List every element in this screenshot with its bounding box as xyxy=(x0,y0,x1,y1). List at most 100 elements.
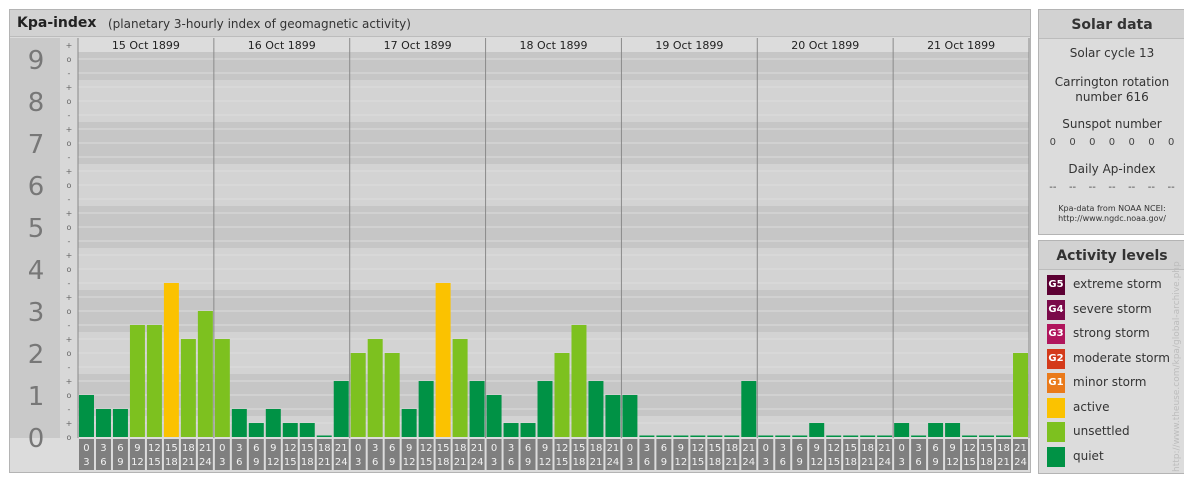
interval-end-label: 12 xyxy=(403,457,416,468)
kp-bar xyxy=(996,435,1012,437)
interval-start-label: 15 xyxy=(980,443,993,454)
interval-start-label: 9 xyxy=(270,443,276,454)
interval-end-label: 21 xyxy=(725,457,738,468)
interval-start-label: 12 xyxy=(556,443,569,454)
kp-bar xyxy=(333,381,349,437)
y-minor-label: o xyxy=(67,181,72,190)
ap-value: -- xyxy=(1128,182,1136,193)
kp-bar xyxy=(163,282,179,437)
legend-label: quiet xyxy=(1073,448,1104,463)
y-minor-label: - xyxy=(68,69,71,78)
sunspot-value: 0 xyxy=(1167,137,1175,148)
kp-bar xyxy=(282,423,298,437)
carrington-line1: Carrington rotation xyxy=(1054,75,1170,89)
interval-start-label: 0 xyxy=(763,443,769,454)
y-minor-label: o xyxy=(67,55,72,64)
legend-swatch xyxy=(1047,397,1065,418)
kp-bar xyxy=(554,353,570,437)
interval-end-label: 12 xyxy=(131,457,144,468)
interval-start-label: 0 xyxy=(627,443,633,454)
kp-bar xyxy=(265,408,281,437)
interval-start-label: 9 xyxy=(134,443,140,454)
kp-bar xyxy=(418,381,434,437)
kp-bar xyxy=(877,435,893,437)
y-tick-label: 4 xyxy=(28,256,45,286)
y-minor-label: + xyxy=(66,125,73,134)
y-minor-label: o xyxy=(67,139,72,148)
interval-end-label: 21 xyxy=(997,457,1010,468)
y-minor-label: - xyxy=(68,363,71,372)
ap-label: Daily Ap-index xyxy=(1068,162,1156,176)
kp-bar xyxy=(469,381,485,437)
interval-start-label: 15 xyxy=(165,443,178,454)
interval-end-label: 15 xyxy=(420,457,433,468)
interval-start-label: 0 xyxy=(83,443,89,454)
interval-end-label: 9 xyxy=(661,457,667,468)
source-line2[interactable]: http://www.ngdc.noaa.gov/ xyxy=(1039,214,1184,223)
interval-end-label: 9 xyxy=(797,457,803,468)
y-minor-label: + xyxy=(66,167,73,176)
sunspot-values: 0 0 0 0 0 0 0 xyxy=(1043,137,1181,151)
interval-start-label: 18 xyxy=(454,443,467,454)
y-minor-label: o xyxy=(67,307,72,316)
interval-end-label: 3 xyxy=(898,457,904,468)
interval-end-label: 15 xyxy=(827,457,840,468)
ap-value: -- xyxy=(1088,182,1096,193)
kp-bar xyxy=(945,423,961,437)
y-minor-label: + xyxy=(66,209,73,218)
activity-title: Activity levels xyxy=(1056,248,1168,264)
y-tick-label: 1 xyxy=(28,382,45,412)
kp-bar xyxy=(384,353,400,437)
legend-label: unsettled xyxy=(1073,424,1130,438)
interval-start-label: 3 xyxy=(372,443,378,454)
kp-bar xyxy=(588,381,604,437)
interval-end-label: 12 xyxy=(810,457,823,468)
interval-start-label: 15 xyxy=(573,443,586,454)
ap-value: -- xyxy=(1167,182,1175,193)
interval-end-label: 12 xyxy=(539,457,552,468)
kp-bar xyxy=(843,435,859,437)
legend-swatch: G3 xyxy=(1047,324,1065,344)
kp-bar xyxy=(79,395,94,437)
ap-value: -- xyxy=(1068,182,1077,193)
kp-bar xyxy=(231,408,247,437)
interval-end-label: 24 xyxy=(1014,457,1027,468)
y-minor-label: o xyxy=(67,223,72,232)
kp-bar xyxy=(248,423,264,437)
interval-start-label: 3 xyxy=(236,443,242,454)
interval-start-label: 18 xyxy=(182,443,195,454)
kp-bar xyxy=(605,395,621,437)
kp-bar xyxy=(571,324,587,437)
interval-start-label: 12 xyxy=(963,443,976,454)
day-label: 20 Oct 1899 xyxy=(791,39,859,52)
y-tick-label: 7 xyxy=(28,130,45,160)
interval-end-label: 24 xyxy=(199,457,212,468)
legend-swatch xyxy=(1047,422,1065,442)
kp-bar xyxy=(367,339,383,437)
kp-bar xyxy=(894,423,910,437)
sunspot-value: 0 xyxy=(1108,137,1116,148)
interval-start-label: 3 xyxy=(780,443,786,454)
solar-cycle: Solar cycle 13 xyxy=(1069,46,1155,60)
interval-start-label: 6 xyxy=(253,443,259,454)
sunspot-value: 0 xyxy=(1128,137,1135,148)
kp-bar xyxy=(452,339,468,437)
y-tick-label: 3 xyxy=(28,298,45,328)
interval-start-label: 18 xyxy=(997,443,1010,454)
kp-bar xyxy=(486,395,502,437)
sunspot-value: 0 xyxy=(1089,137,1096,148)
kp-bar xyxy=(962,435,978,437)
interval-start-label: 18 xyxy=(725,443,738,454)
interval-end-label: 15 xyxy=(691,457,704,468)
kp-bar xyxy=(622,395,638,437)
interval-end-label: 6 xyxy=(508,457,514,468)
y-tick-label: 9 xyxy=(28,46,45,76)
kp-bar xyxy=(673,435,689,437)
interval-start-label: 21 xyxy=(878,443,891,454)
day-label: 18 Oct 1899 xyxy=(519,39,587,52)
y-tick-label: 2 xyxy=(28,340,45,370)
interval-start-label: 6 xyxy=(117,443,123,454)
y-minor-label: - xyxy=(68,405,71,414)
kp-bar xyxy=(707,435,723,437)
y-minor-label: + xyxy=(66,335,73,344)
